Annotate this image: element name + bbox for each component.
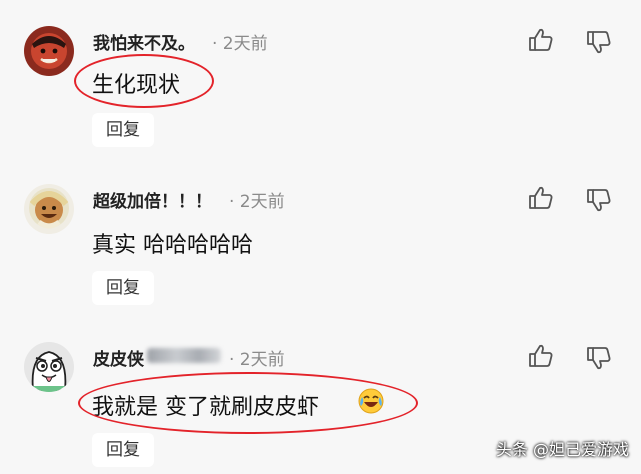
laughing-crying-emoji bbox=[357, 387, 385, 415]
redacted-username bbox=[147, 348, 221, 363]
thumbs-up-icon[interactable] bbox=[527, 26, 555, 54]
reply-button[interactable]: 回复 bbox=[92, 433, 154, 467]
comment-text: 生化现状 bbox=[92, 73, 181, 98]
timestamp: · 2天前 bbox=[229, 350, 285, 370]
reply-button[interactable]: 回复 bbox=[92, 113, 154, 147]
username[interactable]: 我怕来不及。 bbox=[93, 29, 195, 54]
thumbs-down-icon[interactable] bbox=[585, 186, 613, 214]
thumbs-down-icon[interactable] bbox=[585, 28, 613, 56]
comment-item: 我怕来不及。 · 2天前 生化现状 回复 bbox=[0, 0, 641, 158]
comment-text: 真实 哈哈哈哈哈 bbox=[92, 233, 253, 258]
comment-item: 超级加倍！！！ · 2天前 真实 哈哈哈哈哈 回复 bbox=[0, 158, 641, 316]
timestamp: · 2天前 bbox=[212, 34, 268, 54]
user-avatar-icon[interactable] bbox=[24, 26, 74, 76]
thumbs-up-icon[interactable] bbox=[527, 342, 555, 370]
thumbs-up-icon[interactable] bbox=[527, 184, 555, 212]
comment-text: 我就是 变了就刷皮皮虾 bbox=[92, 395, 319, 420]
reply-button[interactable]: 回复 bbox=[92, 271, 154, 305]
username[interactable]: 皮皮侠 bbox=[93, 345, 144, 370]
thumbs-down-icon[interactable] bbox=[585, 344, 613, 372]
timestamp: · 2天前 bbox=[229, 192, 285, 212]
user-avatar-icon[interactable] bbox=[24, 184, 74, 234]
user-avatar-icon[interactable] bbox=[24, 342, 74, 392]
username[interactable]: 超级加倍！！！ bbox=[93, 187, 212, 212]
watermark: 头条 @妲己爱游戏 bbox=[495, 440, 629, 459]
